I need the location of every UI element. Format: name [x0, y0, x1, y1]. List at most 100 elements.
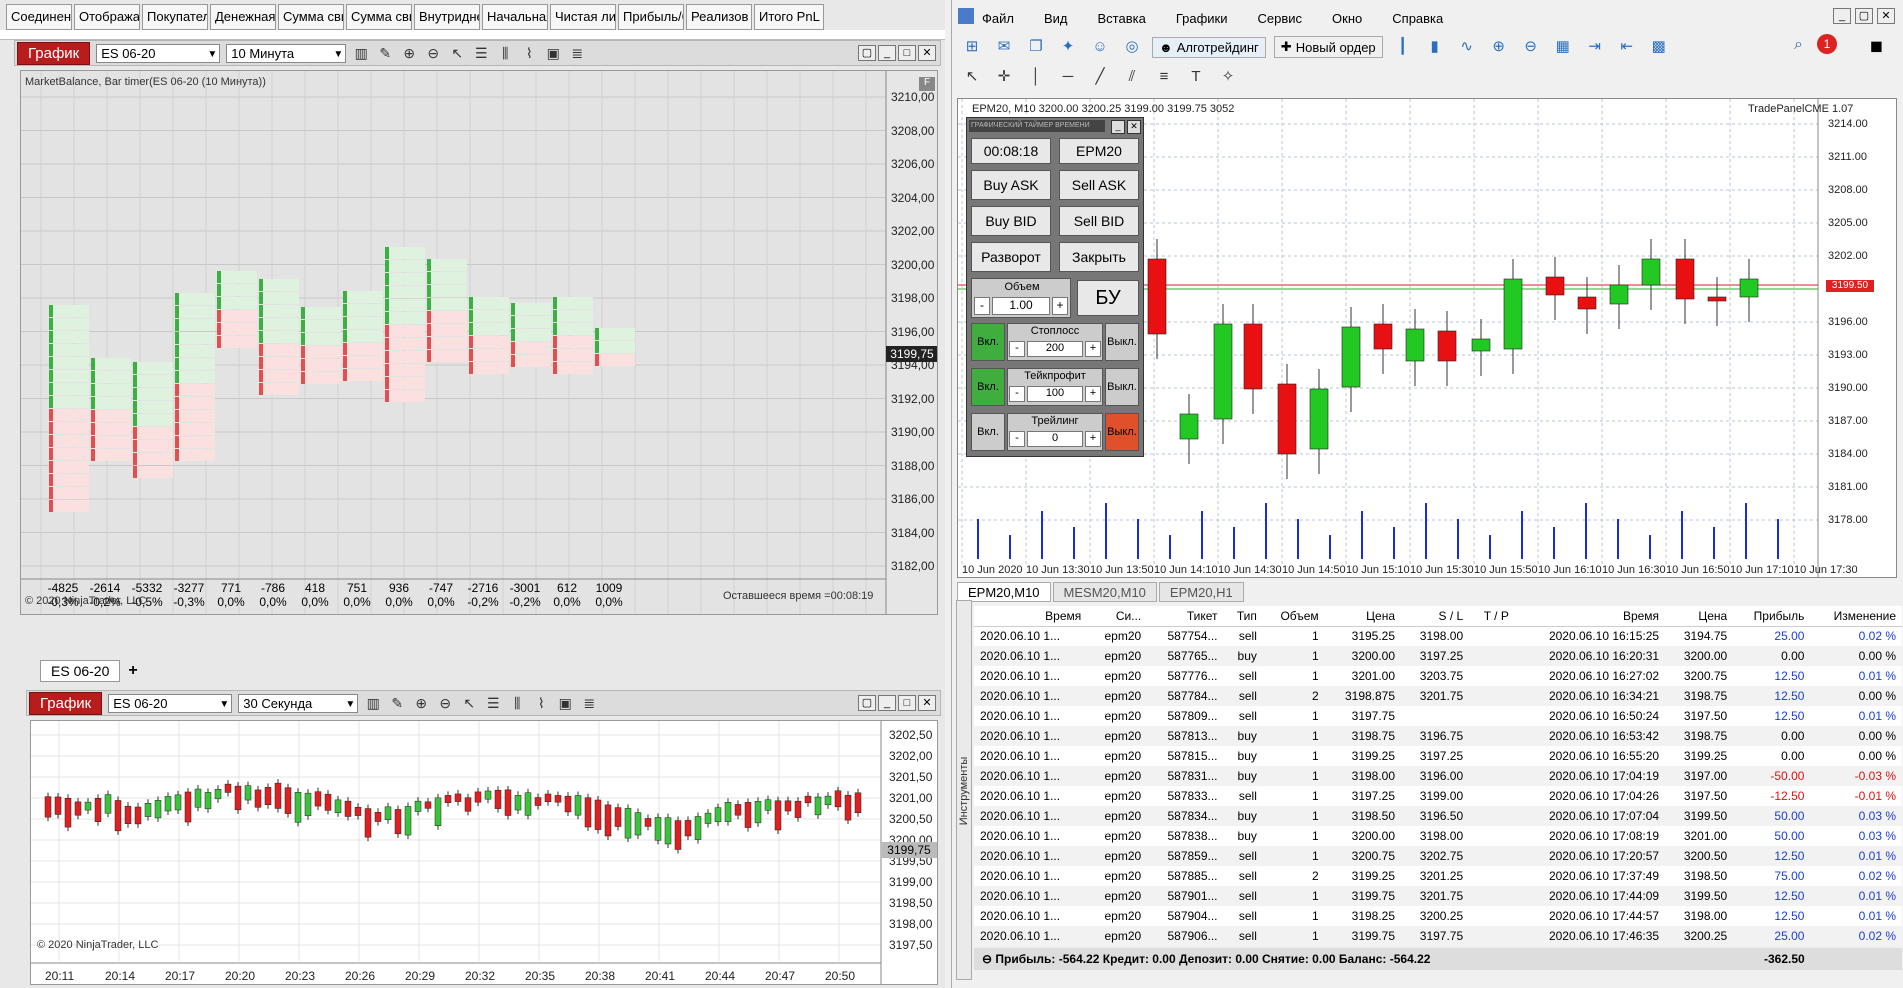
column-header[interactable]: Изменение: [1810, 606, 1902, 627]
collapse-icon[interactable]: ⊖: [982, 952, 992, 966]
table-row[interactable]: 2020.06.10 1... epm20 587776... sell 1 3201.0…: [974, 666, 1902, 686]
column-header[interactable]: Денежная с: [210, 4, 276, 30]
column-header[interactable]: Цена: [1324, 606, 1402, 627]
chat-icon[interactable]: ◼: [1870, 36, 1883, 56]
column-header[interactable]: Прибыль/б: [618, 4, 684, 30]
close-icon[interactable]: ✕: [1127, 120, 1141, 134]
column-header[interactable]: S / L: [1401, 606, 1470, 627]
column-header[interactable]: Си...: [1087, 606, 1148, 627]
restore-icon[interactable]: ▢: [858, 45, 876, 61]
zoom-in-icon[interactable]: ⊕: [400, 44, 418, 62]
setting-minus[interactable]: -: [1009, 431, 1025, 447]
column-header[interactable]: Реализов: [686, 4, 752, 30]
table-row[interactable]: 2020.06.10 1... epm20 587906... sell 1 3199.7…: [974, 926, 1902, 946]
minimize-icon[interactable]: _: [1833, 8, 1851, 24]
new-order-button[interactable]: ✚ Новый ордер: [1273, 36, 1383, 58]
cursor-icon[interactable]: ↖: [460, 694, 478, 712]
close-all-button[interactable]: Закрыть: [1059, 242, 1139, 272]
volume-minus[interactable]: -: [974, 297, 990, 315]
table-row[interactable]: 2020.06.10 1... epm20 587901... sell 1 3199.7…: [974, 886, 1902, 906]
trendline-icon[interactable]: ╱: [1088, 66, 1112, 88]
column-header[interactable]: Объем: [1262, 606, 1325, 627]
column-header[interactable]: Отображае: [74, 4, 140, 30]
column-header[interactable]: Время: [1514, 606, 1666, 627]
setting-input[interactable]: 0: [1027, 431, 1083, 447]
setting-plus[interactable]: +: [1085, 341, 1101, 357]
scroll-icon[interactable]: ⇥: [1583, 36, 1607, 58]
pencil-icon[interactable]: ✎: [388, 694, 406, 712]
maximize-icon[interactable]: □: [898, 695, 916, 711]
column-header[interactable]: Покупатель: [142, 4, 208, 30]
list-icon[interactable]: ≣: [580, 694, 598, 712]
tile-icon[interactable]: ▦: [1551, 36, 1575, 58]
column-header[interactable]: Прибыль: [1733, 606, 1811, 627]
bar-chart-icon[interactable]: ┃: [1391, 36, 1415, 58]
strategy-icon[interactable]: ⌇: [520, 44, 538, 62]
column-header[interactable]: Начальная: [482, 4, 548, 30]
volume-plus[interactable]: +: [1052, 297, 1068, 315]
chart1-instrument-select[interactable]: ES 06-20: [96, 43, 221, 63]
zoom-out-icon[interactable]: ⊖: [436, 694, 454, 712]
reverse-button[interactable]: Разворот: [971, 242, 1051, 272]
navigator-icon[interactable]: ✦: [1056, 36, 1080, 58]
template-icon[interactable]: ▣: [544, 44, 562, 62]
column-header[interactable]: Чистая лик‌: [550, 4, 616, 30]
menu-item[interactable]: Вставка: [1098, 11, 1146, 26]
menu-item[interactable]: Графики: [1176, 11, 1228, 26]
list-icon[interactable]: ≣: [568, 44, 586, 62]
enable-button[interactable]: Вкл.: [971, 323, 1005, 361]
table-row[interactable]: 2020.06.10 1... epm20 587838... buy 1 3200.00…: [974, 826, 1902, 846]
minimize-icon[interactable]: _: [878, 45, 896, 61]
candles-icon[interactable]: ▮: [1423, 36, 1447, 58]
table-row[interactable]: 2020.06.10 1... epm20 587784... sell 2 3198.8…: [974, 686, 1902, 706]
fibo-icon[interactable]: ≡: [1152, 66, 1176, 88]
shapes-icon[interactable]: ✧: [1216, 66, 1240, 88]
chart2-interval-select[interactable]: 30 Секунда: [238, 693, 359, 713]
new-chart-icon[interactable]: ⊞: [960, 36, 984, 58]
indicator-icon[interactable]: ⫼: [508, 694, 526, 712]
zoom-in-icon[interactable]: ⊕: [1487, 36, 1511, 58]
table-row[interactable]: 2020.06.10 1... epm20 587859... sell 1 3200.7…: [974, 846, 1902, 866]
properties-icon[interactable]: ☰: [484, 694, 502, 712]
table-row[interactable]: 2020.06.10 1... epm20 587754... sell 1 3195.2…: [974, 626, 1902, 646]
windows-icon[interactable]: ❐: [1024, 36, 1048, 58]
restore-icon[interactable]: ▢: [858, 695, 876, 711]
add-tab-button[interactable]: +: [122, 660, 143, 682]
chart2-instrument-select[interactable]: ES 06-20: [108, 693, 233, 713]
column-header[interactable]: Сумма свы: [346, 4, 412, 30]
close-icon[interactable]: ✕: [918, 695, 936, 711]
maximize-icon[interactable]: □: [898, 45, 916, 61]
table-row[interactable]: 2020.06.10 1... epm20 587809... sell 1 3197.7…: [974, 706, 1902, 726]
setting-input[interactable]: 200: [1027, 341, 1083, 357]
cursor-icon[interactable]: ↖: [448, 44, 466, 62]
disable-button[interactable]: Выкл.: [1105, 323, 1139, 361]
crosshair-icon[interactable]: ✛: [992, 66, 1016, 88]
disable-button[interactable]: Выкл.: [1105, 413, 1139, 451]
table-row[interactable]: 2020.06.10 1... epm20 587831... buy 1 3198.00…: [974, 766, 1902, 786]
grid-icon[interactable]: ▩: [1647, 36, 1671, 58]
minimize-icon[interactable]: _: [1111, 120, 1125, 134]
channel-icon[interactable]: ⫽: [1120, 66, 1144, 88]
buy-bid-button[interactable]: Buy BID: [971, 206, 1051, 236]
algotrading-button[interactable]: ☻ Алготрейдинг: [1152, 36, 1266, 58]
chart1-footprint[interactable]: MarketBalance, Bar timer(ES 06-20 (10 Ми…: [20, 70, 938, 615]
close-icon[interactable]: ✕: [1877, 8, 1895, 24]
line-chart-icon[interactable]: ∿: [1455, 36, 1479, 58]
column-header[interactable]: Цена: [1665, 606, 1734, 627]
zoom-out-icon[interactable]: ⊖: [424, 44, 442, 62]
chart-tab[interactable]: EPM20,M10: [957, 582, 1051, 602]
table-row[interactable]: 2020.06.10 1... epm20 587904... sell 1 3198.2…: [974, 906, 1902, 926]
column-header[interactable]: Внутридне: [414, 4, 480, 30]
tester-icon[interactable]: ◎: [1120, 36, 1144, 58]
menu-item[interactable]: Окно: [1332, 11, 1362, 26]
volume-input[interactable]: 1.00: [992, 297, 1050, 315]
menu-item[interactable]: Вид: [1044, 11, 1068, 26]
column-header[interactable]: Тикет: [1147, 606, 1224, 627]
minimize-icon[interactable]: _: [878, 695, 896, 711]
enable-button[interactable]: Вкл.: [971, 413, 1005, 451]
table-row[interactable]: 2020.06.10 1... epm20 587815... buy 1 3199.25…: [974, 746, 1902, 766]
setting-input[interactable]: 100: [1027, 386, 1083, 402]
table-row[interactable]: 2020.06.10 1... epm20 587885... sell 2 3199.2…: [974, 866, 1902, 886]
side-tab[interactable]: Инструменты: [956, 600, 972, 980]
profiles-icon[interactable]: ✉: [992, 36, 1016, 58]
